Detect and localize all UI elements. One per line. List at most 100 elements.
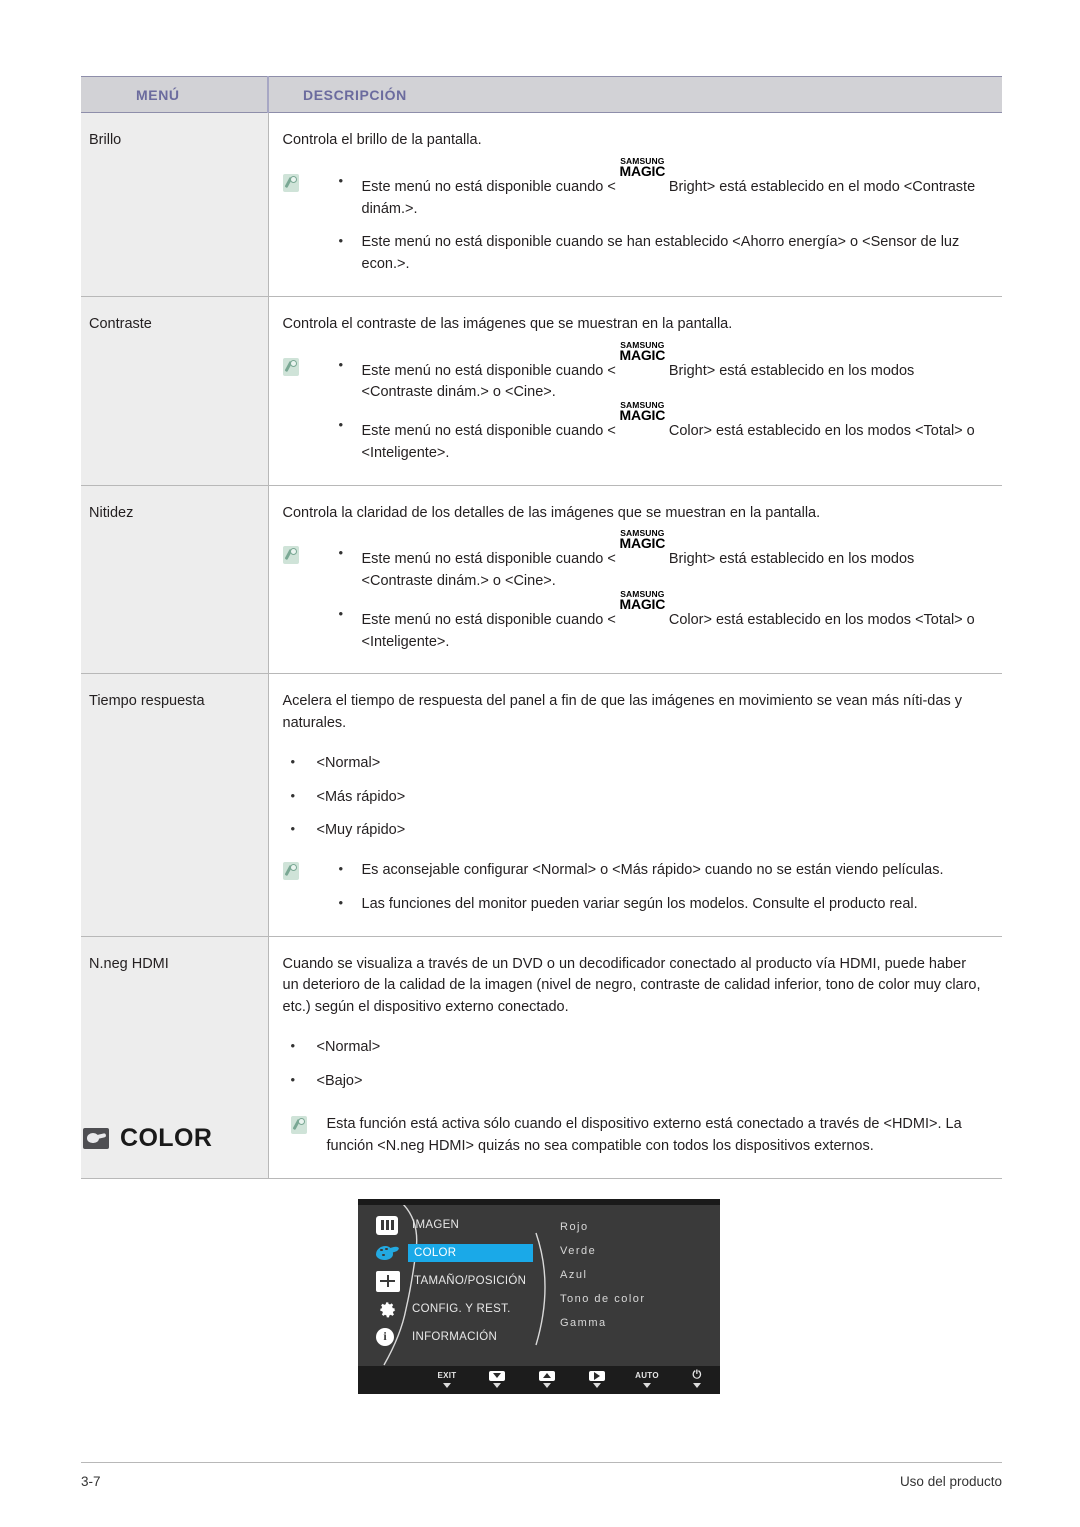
- note-paragraph: Esta función está activa sólo cuando el …: [283, 1114, 985, 1158]
- osd-submenu-item-azul[interactable]: Azul: [560, 1263, 710, 1287]
- osd-menu-image: IMAGEN COLOR TAMAÑO/POSICIÓN CONFIG. Y R…: [358, 1199, 720, 1394]
- note-block: Este menú no está disponible cuando <SAM…: [282, 157, 985, 276]
- osd-submenu-item-gamma[interactable]: Gamma: [560, 1311, 710, 1335]
- footer-divider: [81, 1462, 1002, 1463]
- settings-table: MENÚ DESCRIPCIÓN Brillo Controla el bril…: [81, 76, 1002, 1179]
- list-item: <Muy rápido>: [283, 819, 985, 842]
- document-page: MENÚ DESCRIPCIÓN Brillo Controla el bril…: [0, 0, 1080, 1527]
- page-title: COLOR: [120, 1124, 213, 1152]
- osd-button-auto[interactable]: AUTO: [634, 1370, 660, 1388]
- note-icon: [282, 862, 299, 880]
- description-brillo: Controla el brillo de la pantalla. Este …: [268, 112, 1002, 297]
- magic-logo-line2: MAGIC: [619, 595, 666, 612]
- list-item: <Bajo>: [283, 1070, 985, 1093]
- note-icon: [282, 357, 299, 376]
- exit-label: EXIT: [437, 1371, 457, 1380]
- column-header-menu: MENÚ: [81, 76, 269, 113]
- color-palette-icon: [376, 1244, 400, 1263]
- power-icon: ⏻: [692, 1369, 702, 1381]
- info-icon: i: [376, 1327, 398, 1347]
- note-bullet-list: Es aconsejable configurar <Normal> o <Má…: [335, 859, 985, 916]
- osd-item-label: TAMAÑO/POSICIÓN: [414, 1275, 527, 1287]
- option-list: <Normal> <Más rápido> <Muy rápido>: [283, 752, 985, 842]
- osd-item-label: INFORMACIÓN: [412, 1331, 498, 1343]
- osd-item-label: IMAGEN: [412, 1219, 460, 1231]
- magic-logo-line2: MAGIC: [619, 162, 666, 179]
- caret-down-icon: [593, 1383, 601, 1388]
- osd-submenu-item-verde[interactable]: Verde: [560, 1239, 710, 1263]
- intro-text: Cuando se visualiza a través de un DVD o…: [282, 955, 981, 1016]
- info-glyph: i: [376, 1327, 394, 1346]
- note-bullet-list: Este menú no está disponible cuando <SAM…: [335, 157, 985, 276]
- down-arrow-icon: [489, 1370, 505, 1381]
- osd-button-down[interactable]: [484, 1370, 510, 1388]
- intro-text: Acelera el tiempo de respuesta del panel…: [282, 693, 962, 731]
- section-heading: COLOR: [83, 1124, 212, 1153]
- osd-button-bar: EXIT AUTO ⏻: [358, 1366, 720, 1394]
- image-bars-icon: [376, 1215, 398, 1235]
- chapter-label: Uso del producto: [899, 1474, 1002, 1489]
- osd-item-imagen[interactable]: IMAGEN: [376, 1211, 576, 1239]
- osd-submenu-item-tono-de-color[interactable]: Tono de color: [560, 1287, 710, 1311]
- osd-submenu-item-rojo[interactable]: Rojo: [560, 1215, 710, 1239]
- list-item: Este menú no está disponible cuando <SAM…: [335, 529, 985, 593]
- osd-item-label: CONFIG. Y REST.: [412, 1303, 511, 1315]
- osd-button-enter[interactable]: [584, 1370, 610, 1388]
- note-icon: [290, 1116, 307, 1135]
- caret-down-icon: [543, 1383, 551, 1388]
- note-text: Esta función está activa sólo cuando el …: [326, 1116, 962, 1154]
- description-tiempo-respuesta: Acelera el tiempo de respuesta del panel…: [268, 673, 1002, 937]
- description-nneg-hdmi: Cuando se visualiza a través de un DVD o…: [268, 936, 1002, 1179]
- caret-down-icon: [643, 1383, 651, 1388]
- option-list: <Normal> <Bajo>: [283, 1036, 985, 1093]
- osd-item-config-y-rest[interactable]: CONFIG. Y REST.: [376, 1295, 576, 1323]
- table-row: N.neg HDMI Cuando se visualiza a través …: [81, 936, 1002, 1179]
- intro-text: Controla el contraste de las imágenes qu…: [282, 315, 733, 332]
- osd-button-power[interactable]: ⏻: [684, 1370, 710, 1388]
- description-contraste: Controla el contraste de las imágenes qu…: [268, 296, 1002, 486]
- table-row: Tiempo respuesta Acelera el tiempo de re…: [81, 673, 1002, 937]
- osd-item-tamano-posicion[interactable]: TAMAÑO/POSICIÓN: [376, 1267, 576, 1295]
- auto-label: AUTO: [635, 1371, 659, 1380]
- osd-main-menu: IMAGEN COLOR TAMAÑO/POSICIÓN CONFIG. Y R…: [376, 1211, 576, 1351]
- table-row: Nitidez Controla la claridad de los deta…: [81, 485, 1002, 675]
- osd-item-label: COLOR: [408, 1244, 533, 1262]
- osd-button-up[interactable]: [534, 1370, 560, 1388]
- table-header-row: MENÚ DESCRIPCIÓN: [81, 76, 1002, 113]
- list-item: <Más rápido>: [283, 786, 985, 809]
- intro-text: Controla la claridad de los detalles de …: [282, 504, 821, 521]
- note-bullet-list: Este menú no está disponible cuando <SAM…: [335, 340, 985, 465]
- description-nitidez: Controla la claridad de los detalles de …: [268, 485, 1002, 675]
- menu-name-tiempo-respuesta: Tiempo respuesta: [81, 673, 269, 937]
- magic-logo-line2: MAGIC: [619, 407, 666, 423]
- column-header-description: DESCRIPCIÓN: [268, 76, 1002, 113]
- osd-item-informacion[interactable]: i INFORMACIÓN: [376, 1323, 576, 1351]
- note-block: Este menú no está disponible cuando <SAM…: [282, 340, 985, 465]
- magic-logo-line2: MAGIC: [619, 346, 666, 363]
- gear-icon: [376, 1300, 398, 1319]
- list-item: Este menú no está disponible cuando <SAM…: [335, 401, 985, 465]
- caret-down-icon: [693, 1383, 701, 1388]
- magic-logo-line2: MAGIC: [619, 535, 666, 552]
- list-item: Este menú no está disponible cuando <SAM…: [335, 157, 985, 221]
- list-item: Este menú no está disponible cuando <SAM…: [335, 340, 985, 405]
- up-arrow-icon: [539, 1370, 555, 1381]
- osd-item-color[interactable]: COLOR: [376, 1239, 576, 1267]
- table-row: Brillo Controla el brillo de la pantalla…: [81, 112, 1002, 297]
- note-icon: [282, 546, 299, 565]
- caret-down-icon: [493, 1383, 501, 1388]
- list-item: Este menú no está disponible cuando se h…: [335, 231, 985, 276]
- gear-glyph: [379, 1301, 395, 1317]
- table-row: Contraste Controla el contraste de las i…: [81, 296, 1002, 486]
- caret-down-icon: [443, 1383, 451, 1388]
- display-icon: [83, 1128, 109, 1149]
- osd-submenu: Rojo Verde Azul Tono de color Gamma: [560, 1215, 710, 1335]
- osd-button-exit[interactable]: EXIT: [434, 1370, 460, 1388]
- note-block: Es aconsejable configurar <Normal> o <Má…: [282, 859, 985, 916]
- list-item: <Normal>: [283, 752, 985, 775]
- list-item: Es aconsejable configurar <Normal> o <Má…: [335, 859, 985, 882]
- intro-text: Controla el brillo de la pantalla.: [282, 132, 482, 148]
- note-block: Este menú no está disponible cuando <SAM…: [282, 529, 985, 653]
- size-position-icon: [376, 1270, 400, 1292]
- note-icon: [282, 173, 299, 192]
